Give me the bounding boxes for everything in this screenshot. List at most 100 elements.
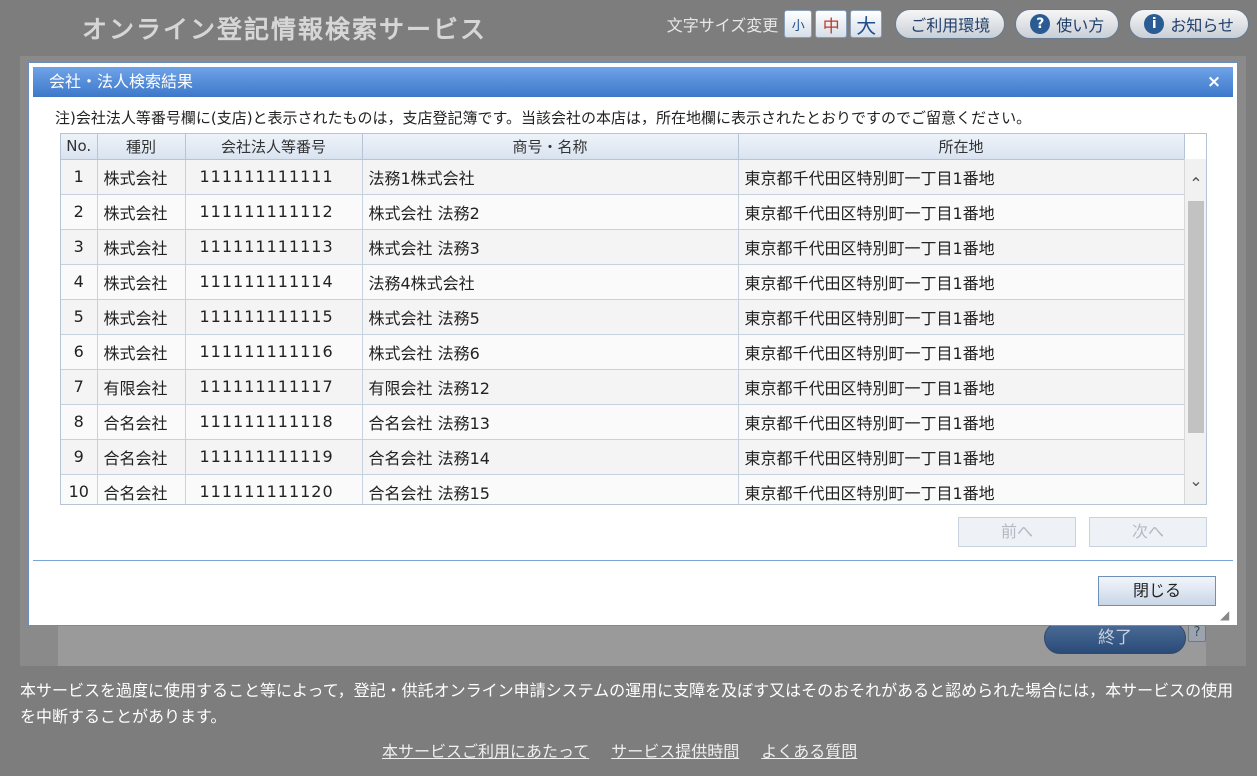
cell-name: 合名会社 法務15 [362,474,739,504]
prev-page-button[interactable]: 前へ [958,517,1076,547]
cell-no: 2 [61,194,98,230]
resize-grip-icon[interactable]: ◢ [1220,608,1234,622]
cell-no: 8 [61,404,98,440]
cell-number: 111111111116 [185,334,363,370]
scroll-up-icon[interactable]: ⌃ [1185,171,1206,197]
table-row[interactable]: 7 有限会社 111111111117 有限会社 法務12 東京都千代田区特別町… [61,369,1185,405]
help-icon[interactable]: ? [1188,624,1206,642]
cell-name: 法務1株式会社 [362,159,739,195]
table-row[interactable]: 10 合名会社 111111111120 合名会社 法務15 東京都千代田区特別… [61,474,1185,504]
next-page-button[interactable]: 次へ [1089,517,1207,547]
scroll-down-icon[interactable]: ⌄ [1185,468,1206,494]
cell-number: 111111111114 [185,264,363,300]
font-size-label: 文字サイズ変更 [666,16,779,35]
cell-number: 111111111115 [185,299,363,335]
cell-no: 6 [61,334,98,370]
howto-label: 使い方 [1056,16,1105,35]
font-size-large-button[interactable]: 大 [850,10,883,38]
cell-name: 合名会社 法務13 [362,404,739,440]
results-table: No. 種別 会社法人等番号 商号・名称 所在地 1 株式会社 11111111… [61,134,1185,504]
branch-notice: 注)会社法人等番号欄に(支店)と表示されたものは，支店登記簿です。当該会社の本店… [55,109,1032,127]
howto-button[interactable]: ? 使い方 [1015,9,1120,39]
question-icon: ? [1030,14,1051,34]
cell-address: 東京都千代田区特別町一丁目1番地 [738,404,1185,440]
cell-number: 111111111120 [185,474,363,504]
column-header-type[interactable]: 種別 [97,134,186,160]
close-button[interactable]: 閉じる [1098,576,1216,606]
cell-name: 株式会社 法務3 [362,229,739,265]
cell-name: 株式会社 法務5 [362,299,739,335]
cell-no: 10 [61,474,98,504]
dialog-divider [33,560,1233,561]
table-row[interactable]: 1 株式会社 111111111111 法務1株式会社 東京都千代田区特別町一丁… [61,159,1185,195]
cell-type: 株式会社 [97,229,186,265]
cell-type: 合名会社 [97,439,186,475]
table-row[interactable]: 4 株式会社 111111111114 法務4株式会社 東京都千代田区特別町一丁… [61,264,1185,300]
cell-type: 株式会社 [97,159,186,195]
cell-no: 7 [61,369,98,405]
cell-type: 有限会社 [97,369,186,405]
table-header-row: No. 種別 会社法人等番号 商号・名称 所在地 [61,134,1185,160]
cell-number: 111111111117 [185,369,363,405]
cell-name: 法務4株式会社 [362,264,739,300]
cell-no: 3 [61,229,98,265]
cell-name: 株式会社 法務2 [362,194,739,230]
cell-number: 111111111111 [185,159,363,195]
font-size-small-button[interactable]: 小 [784,10,813,38]
cell-address: 東京都千代田区特別町一丁目1番地 [738,264,1185,300]
environment-label: ご利用環境 [910,16,991,35]
header-toolbar: 文字サイズ変更 小 中 大 ご利用環境 ? 使い方 i お知らせ [667,8,1249,40]
cell-number: 111111111119 [185,439,363,475]
column-header-address[interactable]: 所在地 [738,134,1185,160]
cell-name: 株式会社 法務6 [362,334,739,370]
table-row[interactable]: 5 株式会社 111111111115 株式会社 法務5 東京都千代田区特別町一… [61,299,1185,335]
cell-type: 株式会社 [97,334,186,370]
column-header-name[interactable]: 商号・名称 [362,134,739,160]
news-button[interactable]: i お知らせ [1129,9,1249,39]
results-table-container: No. 種別 会社法人等番号 商号・名称 所在地 1 株式会社 11111111… [60,133,1207,505]
main-panel-footer [58,620,1206,666]
column-header-no[interactable]: No. [61,134,98,160]
company-search-results-dialog: 会社・法人検索結果 × 注)会社法人等番号欄に(支店)と表示されたものは，支店登… [28,62,1238,626]
table-row[interactable]: 2 株式会社 111111111112 株式会社 法務2 東京都千代田区特別町一… [61,194,1185,230]
scrollbar-thumb[interactable] [1188,201,1204,433]
table-row[interactable]: 3 株式会社 111111111113 株式会社 法務3 東京都千代田区特別町一… [61,229,1185,265]
footer-link-faq[interactable]: よくある質問 [761,738,857,762]
end-button[interactable]: 終了 [1044,622,1186,654]
news-label: お知らせ [1170,16,1234,35]
cell-address: 東京都千代田区特別町一丁目1番地 [738,369,1185,405]
table-row[interactable]: 6 株式会社 111111111116 株式会社 法務6 東京都千代田区特別町一… [61,334,1185,370]
cell-type: 株式会社 [97,299,186,335]
app-title: オンライン登記情報検索サービス [82,15,488,44]
cell-name: 有限会社 法務12 [362,369,739,405]
cell-type: 合名会社 [97,474,186,504]
dialog-title: 会社・法人検索結果 [49,72,194,91]
cell-type: 株式会社 [97,194,186,230]
cell-no: 4 [61,264,98,300]
cell-number: 111111111118 [185,404,363,440]
cell-no: 9 [61,439,98,475]
font-size-medium-button[interactable]: 中 [815,10,848,38]
cell-type: 株式会社 [97,264,186,300]
cell-type: 合名会社 [97,404,186,440]
table-row[interactable]: 9 合名会社 111111111119 合名会社 法務14 東京都千代田区特別町… [61,439,1185,475]
close-icon[interactable]: × [1205,73,1223,91]
cell-name: 合名会社 法務14 [362,439,739,475]
cell-address: 東京都千代田区特別町一丁目1番地 [738,439,1185,475]
table-scrollbar[interactable]: ⌃ ⌄ [1184,159,1206,504]
cell-no: 5 [61,299,98,335]
cell-address: 東京都千代田区特別町一丁目1番地 [738,159,1185,195]
cell-address: 東京都千代田区特別町一丁目1番地 [738,334,1185,370]
dialog-titlebar[interactable]: 会社・法人検索結果 × [33,67,1233,97]
info-icon: i [1144,14,1165,34]
table-row[interactable]: 8 合名会社 111111111118 合名会社 法務13 東京都千代田区特別町… [61,404,1185,440]
column-header-number[interactable]: 会社法人等番号 [185,134,363,160]
cell-address: 東京都千代田区特別町一丁目1番地 [738,299,1185,335]
cell-address: 東京都千代田区特別町一丁目1番地 [738,194,1185,230]
footer-link-terms[interactable]: 本サービスご利用にあたって [382,738,589,762]
cell-number: 111111111113 [185,229,363,265]
footer-links: 本サービスご利用にあたって サービス提供時間 よくある質問 [382,738,879,762]
environment-button[interactable]: ご利用環境 [895,9,1006,39]
cell-address: 東京都千代田区特別町一丁目1番地 [738,229,1185,265]
footer-link-hours[interactable]: サービス提供時間 [611,738,739,762]
